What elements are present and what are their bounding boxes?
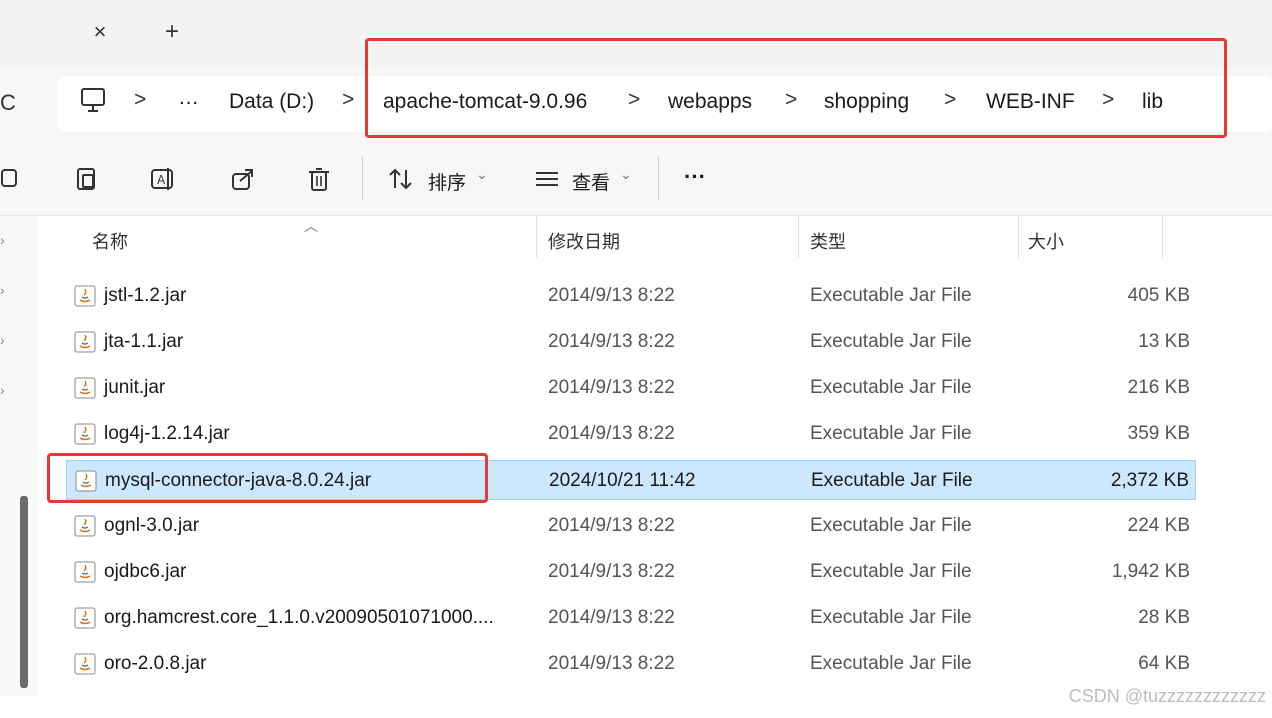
- nav-expand-icon[interactable]: ›: [0, 282, 5, 298]
- column-name[interactable]: 名称: [92, 228, 128, 254]
- sort-button[interactable]: 排序: [428, 168, 466, 195]
- column-header: ︿ 名称 修改日期 类型 大小: [38, 216, 1272, 258]
- file-type: Executable Jar File: [810, 653, 972, 674]
- file-size: 405 KB: [1127, 285, 1190, 306]
- nav-expand-icon[interactable]: ›: [0, 232, 5, 248]
- file-name: junit.jar: [104, 377, 166, 398]
- sort-indicator-icon: ︿: [304, 218, 318, 234]
- jar-file-icon: [74, 423, 96, 445]
- file-row[interactable]: ognl-3.0.jar 2014/9/13 8:22 Executable J…: [66, 506, 1196, 546]
- file-row[interactable]: jstl-1.2.jar 2014/9/13 8:22 Executable J…: [66, 276, 1196, 316]
- toolbar-divider: [362, 156, 363, 200]
- nav-expand-icon[interactable]: ›: [0, 382, 5, 398]
- file-name: ojdbc6.jar: [104, 561, 187, 582]
- tab-close-button[interactable]: ×: [86, 18, 114, 46]
- file-name: jstl-1.2.jar: [104, 285, 187, 306]
- column-divider[interactable]: [798, 216, 799, 258]
- nav-expand-icon[interactable]: ›: [0, 332, 5, 348]
- file-type: Executable Jar File: [810, 285, 972, 306]
- watermark: CSDN @tuzzzzzzzzzzzz: [1068, 686, 1266, 706]
- file-date: 2014/9/13 8:22: [548, 423, 675, 444]
- view-icon[interactable]: [534, 166, 560, 192]
- column-divider[interactable]: [1162, 216, 1163, 258]
- breadcrumb-separator: >: [342, 88, 355, 111]
- file-size: 64 KB: [1138, 653, 1190, 674]
- column-type[interactable]: 类型: [810, 228, 846, 254]
- file-row[interactable]: jta-1.1.jar 2014/9/13 8:22 Executable Ja…: [66, 322, 1196, 362]
- file-date: 2014/9/13 8:22: [548, 331, 675, 352]
- file-size: 2,372 KB: [1110, 470, 1189, 491]
- column-divider[interactable]: [1018, 216, 1019, 258]
- breadcrumb-overflow[interactable]: …: [178, 86, 199, 110]
- breadcrumb-data-drive[interactable]: Data (D:): [229, 90, 314, 114]
- file-row[interactable]: org.hamcrest.core_1.1.0.v20090501071000.…: [66, 598, 1196, 638]
- file-size: 28 KB: [1138, 607, 1190, 628]
- jar-file-icon: [74, 285, 96, 307]
- share-icon[interactable]: [230, 166, 256, 192]
- file-size: 13 KB: [1138, 331, 1190, 352]
- chevron-down-icon[interactable]: ⌄: [620, 166, 632, 183]
- file-name: org.hamcrest.core_1.1.0.v20090501071000.…: [104, 607, 494, 628]
- file-row[interactable]: ojdbc6.jar 2014/9/13 8:22 Executable Jar…: [66, 552, 1196, 592]
- delete-icon[interactable]: [306, 166, 332, 192]
- new-tab-button[interactable]: +: [158, 18, 186, 46]
- breadcrumb-separator: >: [134, 88, 147, 111]
- jar-file-icon: [74, 377, 96, 399]
- file-type: Executable Jar File: [810, 515, 972, 536]
- computer-icon[interactable]: [80, 86, 106, 116]
- file-type: Executable Jar File: [810, 423, 972, 444]
- file-row[interactable]: oro-2.0.8.jar 2014/9/13 8:22 Executable …: [66, 644, 1196, 684]
- copy-icon[interactable]: [0, 166, 20, 192]
- view-button[interactable]: 查看: [572, 168, 610, 195]
- sort-icon[interactable]: [388, 166, 414, 192]
- file-date: 2014/9/13 8:22: [548, 377, 675, 398]
- file-row[interactable]: junit.jar 2014/9/13 8:22 Executable Jar …: [66, 368, 1196, 408]
- jar-file-icon: [74, 653, 96, 675]
- file-date: 2024/10/21 11:42: [549, 470, 696, 491]
- svg-text:A: A: [157, 173, 166, 187]
- toolbar-divider: [658, 156, 659, 200]
- file-date: 2014/9/13 8:22: [548, 607, 675, 628]
- file-size: 359 KB: [1127, 423, 1190, 444]
- file-name: ognl-3.0.jar: [104, 515, 200, 536]
- file-size: 1,942 KB: [1111, 561, 1190, 582]
- jar-file-icon: [74, 331, 96, 353]
- file-type: Executable Jar File: [810, 607, 972, 628]
- file-date: 2014/9/13 8:22: [548, 561, 675, 582]
- file-size: 224 KB: [1127, 515, 1190, 536]
- jar-file-icon: [74, 561, 96, 583]
- nav-scrollbar[interactable]: [20, 496, 28, 688]
- column-date[interactable]: 修改日期: [548, 228, 620, 254]
- paste-icon[interactable]: [74, 166, 100, 192]
- file-name: log4j-1.2.14.jar: [104, 423, 230, 444]
- rename-icon[interactable]: A: [150, 166, 176, 192]
- file-highlight-box: [47, 453, 488, 503]
- jar-file-icon: [74, 607, 96, 629]
- file-name: oro-2.0.8.jar: [104, 653, 207, 674]
- file-type: Executable Jar File: [810, 331, 972, 352]
- file-date: 2014/9/13 8:22: [548, 285, 675, 306]
- file-size: 216 KB: [1127, 377, 1190, 398]
- command-bar: A 排序 ⌄ 查看 ⌄ ···: [0, 138, 1272, 216]
- file-type: Executable Jar File: [810, 561, 972, 582]
- more-options-button[interactable]: ···: [684, 164, 706, 190]
- path-highlight-box: [365, 38, 1227, 138]
- file-date: 2014/9/13 8:22: [548, 515, 675, 536]
- file-name: jta-1.1.jar: [104, 331, 184, 352]
- file-type: Executable Jar File: [811, 470, 973, 491]
- navigation-pane: › › › ›: [0, 216, 38, 696]
- column-divider[interactable]: [536, 216, 537, 258]
- file-row[interactable]: log4j-1.2.14.jar 2014/9/13 8:22 Executab…: [66, 414, 1196, 454]
- column-size[interactable]: 大小: [1028, 228, 1064, 254]
- jar-file-icon: [74, 515, 96, 537]
- file-date: 2014/9/13 8:22: [548, 653, 675, 674]
- refresh-button[interactable]: C: [0, 90, 16, 116]
- chevron-down-icon[interactable]: ⌄: [476, 166, 488, 183]
- file-type: Executable Jar File: [810, 377, 972, 398]
